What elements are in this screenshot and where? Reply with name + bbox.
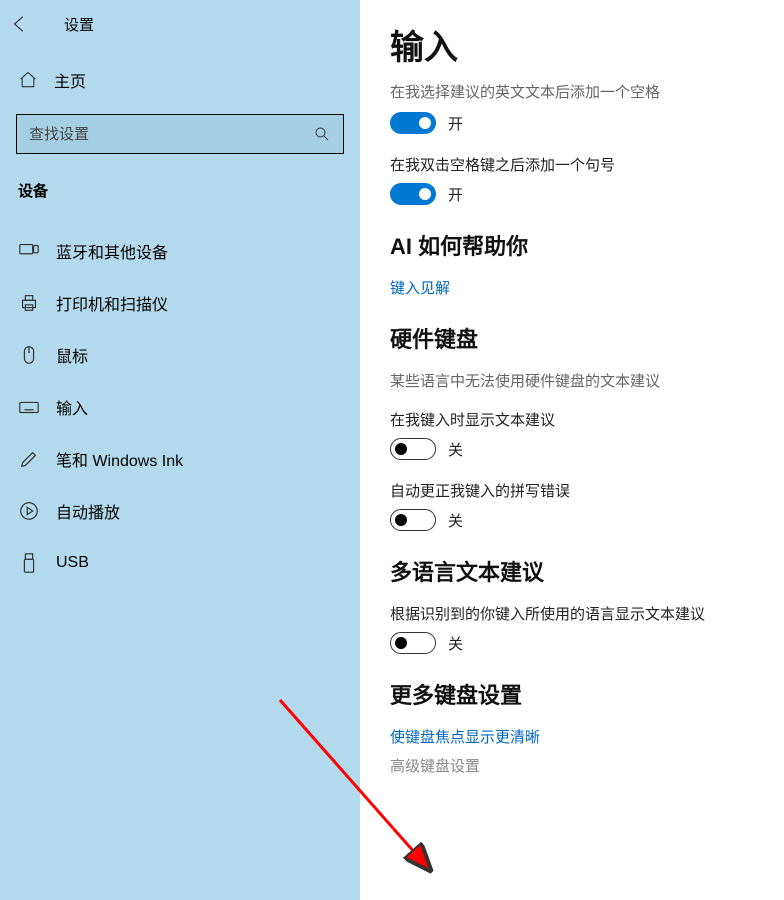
sidebar-item-printers[interactable]: 打印机和扫描仪 [0,277,360,329]
pen-icon [18,448,40,470]
search-input[interactable] [29,126,313,143]
printer-icon [18,292,40,314]
setting-desc-truncated: 在我选择建议的英文文本后添加一个空格 [390,81,754,102]
sidebar-item-typing[interactable]: 输入 [0,381,360,433]
home-button[interactable]: 主页 [0,56,360,104]
category-label: 设备 [0,174,360,225]
search-icon [313,125,331,143]
sidebar-item-label: 打印机和扫描仪 [56,291,168,315]
sidebar-item-label: USB [56,554,89,572]
link-advanced-keyboard-settings[interactable]: 高级键盘设置 [390,755,754,776]
settings-title: 设置 [64,14,94,35]
main-content: 输入 在我选择建议的英文文本后添加一个空格 开 在我双击空格键之后添加一个句号 … [360,0,784,900]
home-icon [18,70,38,90]
section-hardware-keyboard: 硬件键盘 [390,322,754,354]
home-label: 主页 [54,68,86,92]
sidebar-item-pen[interactable]: 笔和 Windows Ink [0,433,360,485]
back-arrow-icon [9,13,31,35]
devices-icon [18,240,40,262]
sidebar-item-label: 输入 [56,395,88,419]
multi-desc: 根据识别到的你键入所使用的语言显示文本建议 [390,603,754,624]
search-box[interactable] [16,114,344,154]
autoplay-icon [18,500,40,522]
toggle-label: 关 [448,633,463,654]
link-typing-insights[interactable]: 键入见解 [390,277,754,298]
sidebar-item-label: 鼠标 [56,343,88,367]
sidebar-item-label: 蓝牙和其他设备 [56,239,168,263]
toggle-label: 关 [448,510,463,531]
sidebar-item-mouse[interactable]: 鼠标 [0,329,360,381]
page-title: 输入 [390,20,754,69]
section-ai: AI 如何帮助你 [390,229,754,261]
setting-desc-show-suggestions: 在我键入时显示文本建议 [390,409,754,430]
hw-subdesc: 某些语言中无法使用硬件键盘的文本建议 [390,370,754,391]
toggle-autocorrect[interactable] [390,509,436,531]
section-more-keyboard: 更多键盘设置 [390,678,754,710]
sidebar-item-autoplay[interactable]: 自动播放 [0,485,360,537]
link-keyboard-focus-clearer[interactable]: 使键盘焦点显示更清晰 [390,726,754,747]
section-multilingual: 多语言文本建议 [390,555,754,587]
toggle-space-after-suggestion[interactable] [390,112,436,134]
toggle-label: 关 [448,439,463,460]
back-button[interactable] [12,8,44,40]
setting-desc-period: 在我双击空格键之后添加一个句号 [390,154,754,175]
sidebar-item-label: 笔和 Windows Ink [56,447,183,471]
toggle-multilingual[interactable] [390,632,436,654]
sidebar-item-usb[interactable]: USB [0,537,360,589]
mouse-icon [18,344,40,366]
toggle-label: 开 [448,184,463,205]
keyboard-icon [18,396,40,418]
usb-icon [18,552,40,574]
toggle-double-space-period[interactable] [390,183,436,205]
sidebar-item-label: 自动播放 [56,499,120,523]
sidebar-item-bluetooth[interactable]: 蓝牙和其他设备 [0,225,360,277]
setting-desc-autocorrect: 自动更正我键入的拼写错误 [390,480,754,501]
sidebar: 设置 主页 设备 蓝牙和其他设备 打印机和扫描仪 鼠标 输入 笔和 Window… [0,0,360,900]
toggle-label: 开 [448,113,463,134]
toggle-show-suggestions[interactable] [390,438,436,460]
